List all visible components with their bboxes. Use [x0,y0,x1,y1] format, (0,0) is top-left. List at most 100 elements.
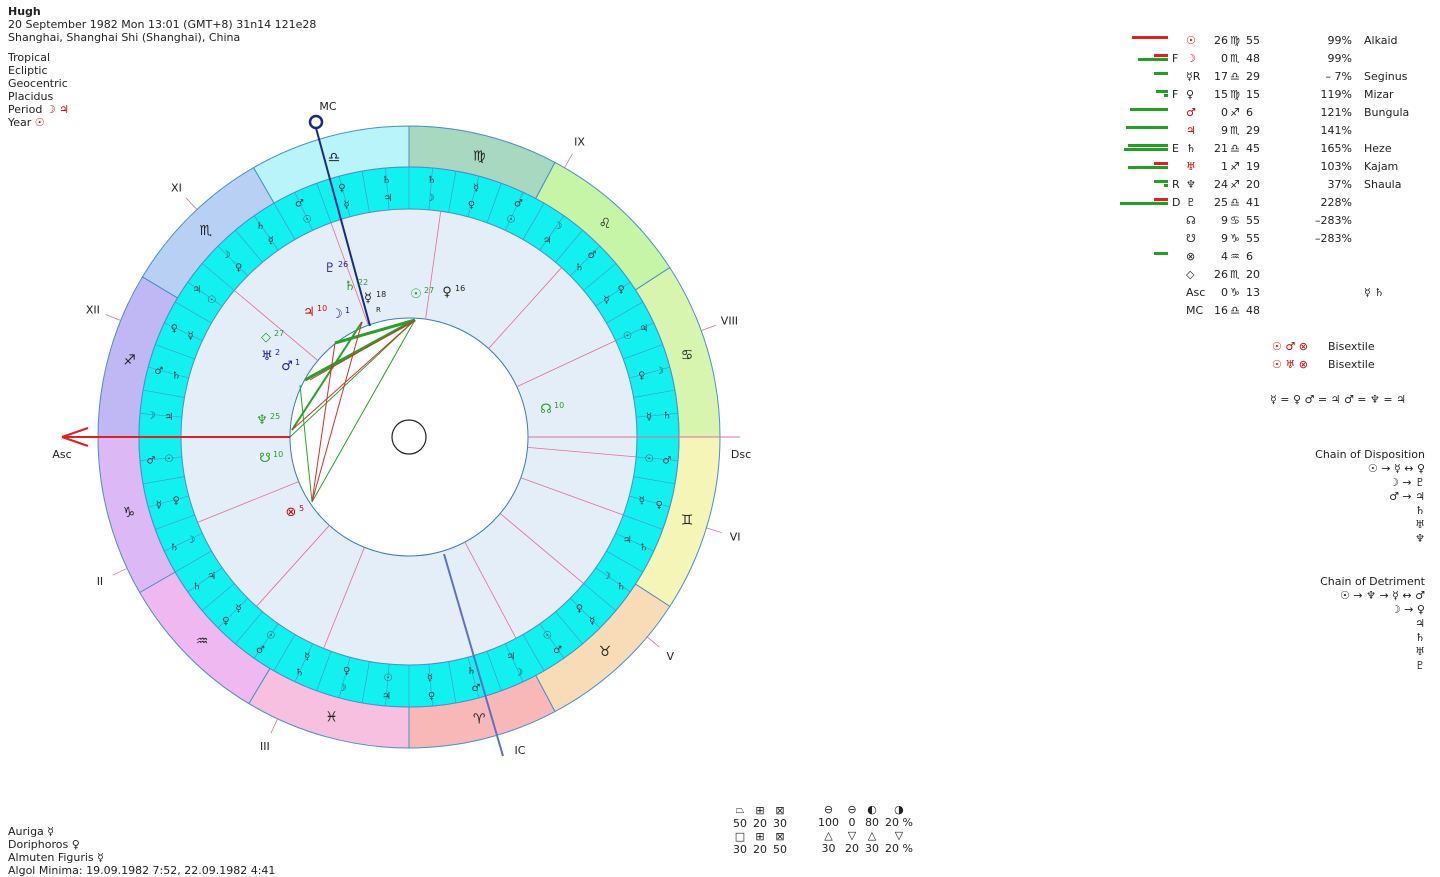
planet-sign: ♐ [1230,106,1240,119]
house-number: XI [171,182,182,195]
decan-glyph: ☿ [473,183,479,194]
dignity-letter: F [1172,52,1179,65]
house-cusp-tick [701,324,717,332]
planet-glyph: ☊ [1186,214,1196,227]
dignity-letter: E [1172,142,1179,155]
planet-degree-label: 10 [554,401,564,410]
fixed-star: Alkaid [1364,34,1398,47]
decan-glyph: ☿ [188,331,194,342]
planet-percent: 228% [1320,196,1352,209]
planet-glyph: ♅ [1186,160,1196,173]
planet-minutes: 41 [1246,196,1260,209]
planet-degree: 0 [1221,286,1228,299]
house-cusp-tick [564,153,573,168]
decan-glyph: ☉ [506,215,515,226]
house-number: II [97,575,104,588]
planet-degree: 21 [1214,142,1228,155]
planet-degree-label: 25 [270,412,280,421]
planet-sign: ♍ [1230,88,1240,101]
planet-degree: 15 [1214,88,1228,101]
planet-minutes: 15 [1246,88,1260,101]
planet-row: ☋ 9 ♑ 55 –283% [1118,230,1438,248]
decan-glyph: ♂ [256,645,265,656]
decan-glyph: ♂ [295,198,304,209]
planet-minutes: 29 [1246,124,1260,137]
chain-line: ♆ [1415,532,1425,545]
house-number: VI [730,531,741,544]
planet-row: ♂ 0 ♐ 6 121% Bungula [1118,104,1438,122]
decan-glyph: ♀ [338,183,345,194]
dignity-letter: R [1172,178,1180,191]
decan-glyph: ☽ [553,221,562,232]
planet-percent: 99% [1327,52,1352,65]
triangle-icon: ▽ [847,829,857,842]
doriphoros-row: Doriphoros ♀ [8,838,80,851]
chain-line: ♅ [1415,645,1425,658]
zodiac-sign-glyph: ♑ [123,505,136,521]
chain-line: ♄ [1415,631,1425,644]
planet-row: ☊ 9 ♋ 55 –283% [1118,212,1438,230]
dignity-letter: F [1172,88,1179,101]
planet-percent: –283% [1315,214,1352,227]
planet-glyph: ♀ [442,285,452,300]
bisextile-row: ☉ ♅ ⊗ Bisextile [1272,356,1375,374]
planet-sign: ♎ [1230,70,1240,83]
bisextile-row: ☉ ♂ ⊗ Bisextile [1272,338,1375,356]
modality-value: 20 [753,843,767,856]
dignity-bar [1124,148,1168,151]
planet-glyph: ♀ [1186,88,1195,101]
dignity-bar [1154,252,1168,255]
planet-degree: 24 [1214,178,1228,191]
planet-sign: ♑ [1230,286,1240,299]
planet-degree-label: 27 [424,286,434,295]
planet-glyph: ♇ [324,261,336,276]
planet-degree-label: 18 [376,290,386,299]
element-icon: ⊖ [847,803,857,816]
planet-percent: 141% [1320,124,1352,137]
planet-glyph: ☋ [1186,232,1196,245]
decan-glyph: ☽ [655,366,664,377]
decan-glyph: ♂ [514,198,523,209]
planet-glyph: ♄ [344,279,356,294]
house-cusp-tick [112,568,128,576]
house-number: VIII [721,314,738,327]
chain-line: ☽ → ♇ [1389,476,1425,489]
chain-line: ☉ → ♆ → ☿ ↔ ♂ [1340,589,1425,602]
planet-minutes: 29 [1246,70,1260,83]
decan-glyph: ☽ [221,250,230,261]
dignity-bar [1132,36,1168,39]
planet-degree-label: 10 [317,304,327,313]
chain-line: ♇ [1415,659,1425,672]
modality-icon: ⊠ [775,830,785,843]
triangle-value: 30 [865,842,879,855]
planet-minutes: 55 [1246,214,1260,227]
axis-label-ic: IC [515,744,526,757]
dignity-bar [1126,126,1168,129]
planet-glyph: ♃ [1186,124,1196,137]
planet-degree-label: 27 [274,329,284,338]
planet-glyph: ♆ [1186,178,1196,191]
decan-glyph: ☿ [268,236,274,247]
planet-degree: 1 [1221,160,1228,173]
dignity-letter: D [1172,196,1181,209]
decan-glyph: ☉ [303,215,312,226]
zodiac-sign-glyph: ♓ [325,709,338,725]
planet-glyph: MC [1186,304,1204,317]
decan-glyph: ♂ [663,456,672,467]
decan-glyph: ☉ [645,454,654,465]
planet-sign: ♎ [1230,304,1240,317]
planet-percent: 121% [1320,106,1352,119]
zodiac-sign-glyph: ♍ [473,149,486,165]
modality-icon: ⏢ [735,803,745,816]
planet-degree-label: 1 [345,306,350,315]
triangle-icon: △ [867,829,877,842]
zodiac-sign-glyph: ♋ [681,348,694,364]
planet-glyph: ☋ [259,451,271,466]
element-icon: ◐ [867,803,877,816]
planet-sign: ♏ [1230,124,1240,137]
house-number: V [666,650,674,663]
element-value: 80 [865,816,879,829]
planet-minutes: 45 [1246,142,1260,155]
almuten-row: Almuten Figuris ☿ [8,851,104,864]
dignity-bar [1154,180,1168,183]
